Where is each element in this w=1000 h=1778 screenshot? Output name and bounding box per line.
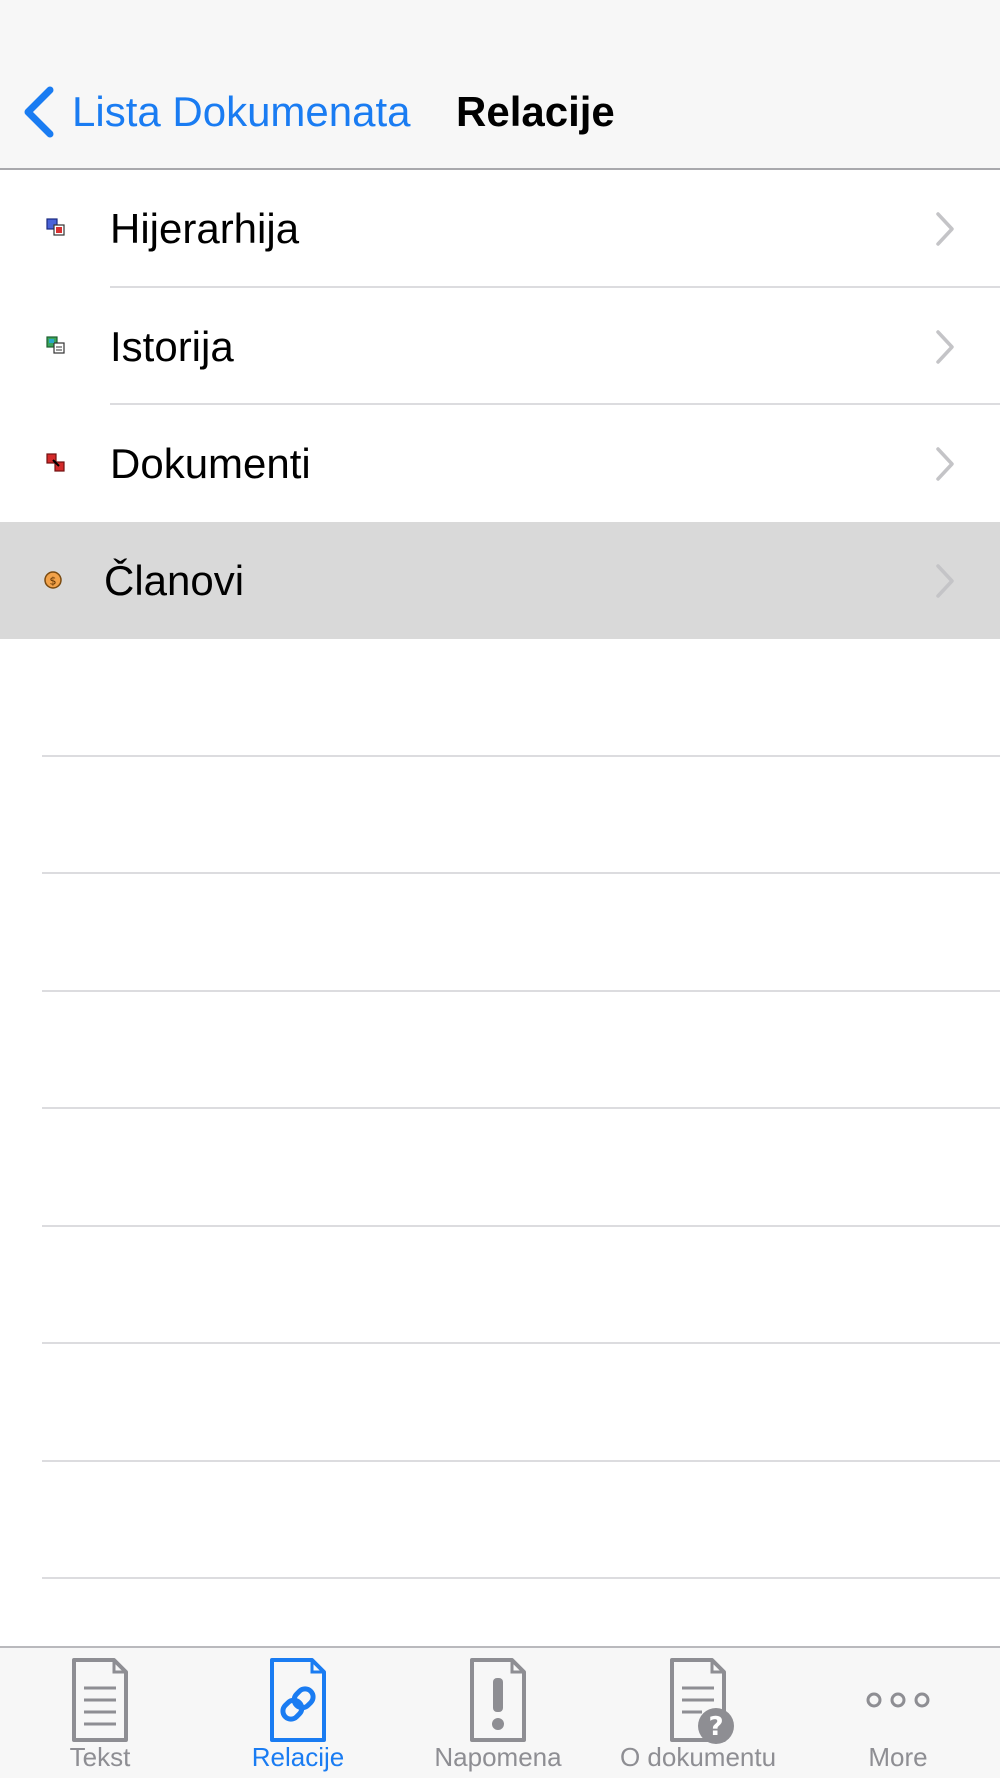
hierarchy-icon — [46, 218, 65, 236]
tab-relacije[interactable]: Relacije — [198, 1648, 398, 1778]
document-link-icon — [270, 1658, 326, 1742]
empty-row-separator — [42, 1460, 1000, 1462]
tab-label: Tekst — [69, 1742, 131, 1772]
list-item-istorija[interactable]: Istorija — [0, 288, 1000, 405]
empty-row-separator — [42, 1225, 1000, 1227]
list-item-label: Istorija — [110, 323, 234, 370]
tab-napomena[interactable]: Napomena — [398, 1648, 598, 1778]
tab-label: More — [868, 1742, 928, 1772]
list-item-label: Hijerarhija — [110, 205, 300, 252]
list-item-label: Članovi — [104, 557, 245, 604]
svg-text:?: ? — [708, 1712, 723, 1742]
chevron-right-icon — [936, 447, 954, 481]
empty-row-separator — [42, 1342, 1000, 1344]
empty-row-separator — [42, 872, 1000, 874]
empty-row-separator — [42, 1107, 1000, 1109]
navigation-bar: Lista Dokumenata Relacije — [0, 0, 1000, 170]
tab-more[interactable]: More — [798, 1648, 998, 1778]
more-dots-icon — [866, 1692, 930, 1708]
document-exclamation-icon — [470, 1658, 526, 1742]
document-text-icon — [72, 1658, 128, 1742]
list-item-dokumenti[interactable]: Dokumenti — [0, 405, 1000, 522]
list-item-label: Dokumenti — [110, 440, 311, 487]
members-icon: $ — [44, 571, 62, 589]
tab-o-dokumentu[interactable]: ? O dokumentu — [598, 1648, 798, 1778]
tab-label: Relacije — [251, 1742, 345, 1772]
svg-text:$: $ — [50, 575, 57, 588]
chevron-right-icon — [936, 564, 954, 598]
list-item-clanovi[interactable]: $ Članovi — [0, 522, 1000, 639]
empty-row-separator — [42, 755, 1000, 757]
history-icon — [46, 336, 65, 354]
chevron-right-icon — [936, 330, 954, 364]
back-button[interactable]: Lista Dokumenata — [18, 82, 411, 142]
tab-bar: Tekst Relacije Napomena ? O dokumentu Mo… — [0, 1646, 1000, 1778]
documents-link-icon — [46, 453, 65, 472]
page-title: Relacije — [456, 88, 615, 135]
document-question-icon: ? — [670, 1658, 734, 1744]
chevron-right-icon — [936, 212, 954, 246]
chevron-left-icon — [24, 86, 54, 138]
empty-row-separator — [42, 990, 1000, 992]
tab-label: Napomena — [434, 1742, 562, 1772]
tab-tekst[interactable]: Tekst — [0, 1648, 200, 1778]
back-button-label: Lista Dokumenata — [72, 88, 411, 135]
tab-label: O dokumentu — [619, 1742, 777, 1772]
list-item-hijerarhija[interactable]: Hijerarhija — [0, 170, 1000, 287]
empty-row-separator — [42, 1577, 1000, 1579]
